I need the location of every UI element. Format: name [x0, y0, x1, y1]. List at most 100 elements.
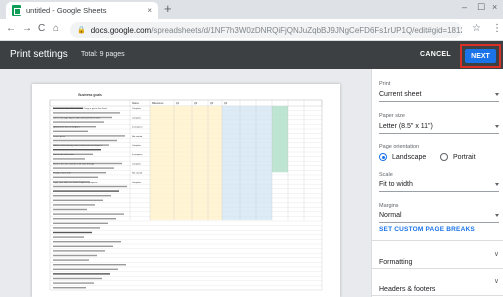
preview-blue-band: [222, 106, 272, 221]
preview-text-line: [53, 241, 121, 243]
preview-text-line: [53, 259, 89, 261]
preview-row-text: Login, jazz, dark, we mosts chapter in p…: [53, 181, 97, 184]
preview-header-row: [49, 99, 323, 107]
caret-down-icon: [495, 93, 499, 96]
caret-down-icon: [495, 214, 499, 217]
preview-row-text: Cell in new page layout, add continued t…: [53, 116, 101, 119]
preview-text-line: [53, 236, 84, 238]
chevron-down-icon: ∨: [493, 251, 499, 258]
total-pages: Total: 9 pages: [81, 51, 125, 58]
address-bar[interactable]: 🔒 docs.google.com /spreadsheets/d/1NF7h3…: [70, 22, 462, 38]
tab-title: untitled - Google Sheets: [26, 6, 107, 15]
maximize-icon[interactable]: ☐: [477, 2, 485, 13]
print-scope-dropdown[interactable]: Current sheet: [379, 90, 499, 102]
preview-text-line: [53, 195, 111, 197]
formatting-label: Formatting: [379, 259, 413, 266]
back-icon[interactable]: ←: [6, 23, 16, 34]
preview-text-line: [53, 176, 98, 178]
preview-yellow-band: [150, 106, 222, 221]
tab-close-icon[interactable]: ×: [147, 6, 152, 15]
preview-text-line: [53, 204, 95, 206]
caret-down-icon: [495, 183, 499, 186]
radio-selected-icon: [379, 153, 387, 161]
preview-text-line: [53, 190, 119, 192]
formatting-section[interactable]: Formatting ∨: [379, 251, 499, 266]
browser-tab-strip: untitled - Google Sheets × + – ☐ ×: [0, 0, 503, 19]
print-options-panel: Print Current sheet Paper size Letter (8…: [371, 69, 503, 297]
preview-text-line: [53, 282, 94, 284]
preview-row-text: Dark to the last fourths: [53, 153, 74, 156]
preview-text-line: [53, 264, 126, 266]
portrait-label: Portrait: [453, 153, 476, 161]
preview-text-line: [53, 139, 117, 142]
preview-table-title: Business goals: [78, 93, 102, 97]
home-icon[interactable]: ⌂: [53, 23, 59, 34]
page-title: Print settings: [10, 49, 68, 60]
next-button[interactable]: NEXT: [465, 49, 496, 63]
margins-dropdown[interactable]: Normal: [379, 211, 499, 223]
preview-text-line: [53, 208, 87, 211]
bookmark-star-icon[interactable]: ☆: [472, 23, 481, 34]
preview-status-cell: Complete: [132, 181, 142, 184]
minimize-icon[interactable]: –: [462, 2, 467, 12]
sheets-favicon-icon: [12, 5, 21, 16]
paper-size-value: Letter (8.5" x 11"): [379, 123, 433, 130]
print-label: Print: [379, 81, 391, 87]
preview-green-band: [272, 106, 288, 173]
preview-text-line: [53, 167, 114, 169]
landscape-label: Landscape: [392, 153, 427, 161]
sheet-preview-page: Business goals Status Milestones Q1 Q2 Q3 Q4 To…: [32, 84, 340, 297]
preview-header-cell: Status: [132, 102, 140, 105]
close-window-icon[interactable]: ×: [492, 2, 497, 12]
preview-text-line: [53, 245, 113, 247]
preview-text-line: [53, 149, 101, 151]
preview-text-line: [53, 158, 85, 160]
headers-footers-section[interactable]: Headers & footers ∨: [379, 278, 499, 293]
preview-status-cell: Not started: [132, 135, 143, 138]
preview-text-line: [53, 130, 88, 132]
preview-text-line: [53, 231, 92, 234]
preview-row-text: Finally a more end...: [53, 172, 72, 175]
set-custom-page-breaks-link[interactable]: SET CUSTOM PAGE BREAKS: [379, 226, 475, 233]
lock-icon: 🔒: [77, 27, 86, 34]
preview-text-line: [53, 227, 100, 229]
caret-down-icon: [495, 125, 499, 128]
chevron-down-icon: ∨: [493, 278, 499, 285]
preview-status-cell: Not started: [132, 172, 143, 175]
paper-size-dropdown[interactable]: Letter (8.5" x 11"): [379, 122, 499, 134]
preview-row-text: To excel the sheet. Fill in details / Co…: [53, 107, 108, 110]
url-host: docs.google.com: [90, 25, 152, 35]
preview-header-cell: Milestones: [152, 102, 164, 105]
preview-text-line: [53, 185, 127, 188]
preview-text-line: [53, 213, 124, 215]
paper-size-label: Paper size: [379, 113, 405, 119]
preview-text-line: [53, 277, 102, 280]
margins-label: Margins: [379, 203, 399, 209]
portrait-radio[interactable]: Portrait: [440, 153, 476, 161]
preview-status-cell: Complete: [132, 162, 142, 165]
sheet-preview-graphic: Business goalsStatus Milestones Q1 Q2 Q3 Q4To…: [49, 93, 323, 291]
url-path: /spreadsheets/d/1NF7h3W0zDNRQiFjQNJuZqbB…: [151, 25, 462, 35]
preview-text-line: [53, 250, 105, 252]
preview-text-line: [53, 121, 104, 123]
print-scope-value: Current sheet: [379, 91, 422, 98]
forward-icon[interactable]: →: [22, 23, 32, 34]
headers-footers-label: Headers & footers: [379, 286, 436, 293]
reload-icon[interactable]: C: [38, 23, 45, 34]
browser-menu-icon[interactable]: ⋮: [492, 23, 502, 34]
scale-dropdown[interactable]: Fit to width: [379, 180, 499, 192]
print-preview-area: Business goals Status Milestones Q1 Q2 Q3 Q4 To…: [0, 69, 371, 297]
browser-tab[interactable]: untitled - Google Sheets ×: [6, 2, 158, 19]
preview-row-text: Lorem ipsum: [53, 135, 65, 138]
cancel-button[interactable]: CANCEL: [420, 51, 451, 58]
divider: [372, 268, 503, 269]
new-tab-button[interactable]: +: [164, 1, 172, 16]
scale-value: Fit to width: [379, 181, 413, 188]
landscape-radio[interactable]: Landscape: [379, 153, 426, 161]
preview-text-line: [53, 254, 97, 257]
preview-row-text: Updated the fine, to fall goes.: [53, 126, 80, 129]
preview-status-cell: Complete: [132, 107, 142, 110]
scale-label: Scale: [379, 172, 393, 178]
preview-status-cell: In progress: [132, 126, 142, 129]
preview-text-line: [53, 268, 118, 270]
